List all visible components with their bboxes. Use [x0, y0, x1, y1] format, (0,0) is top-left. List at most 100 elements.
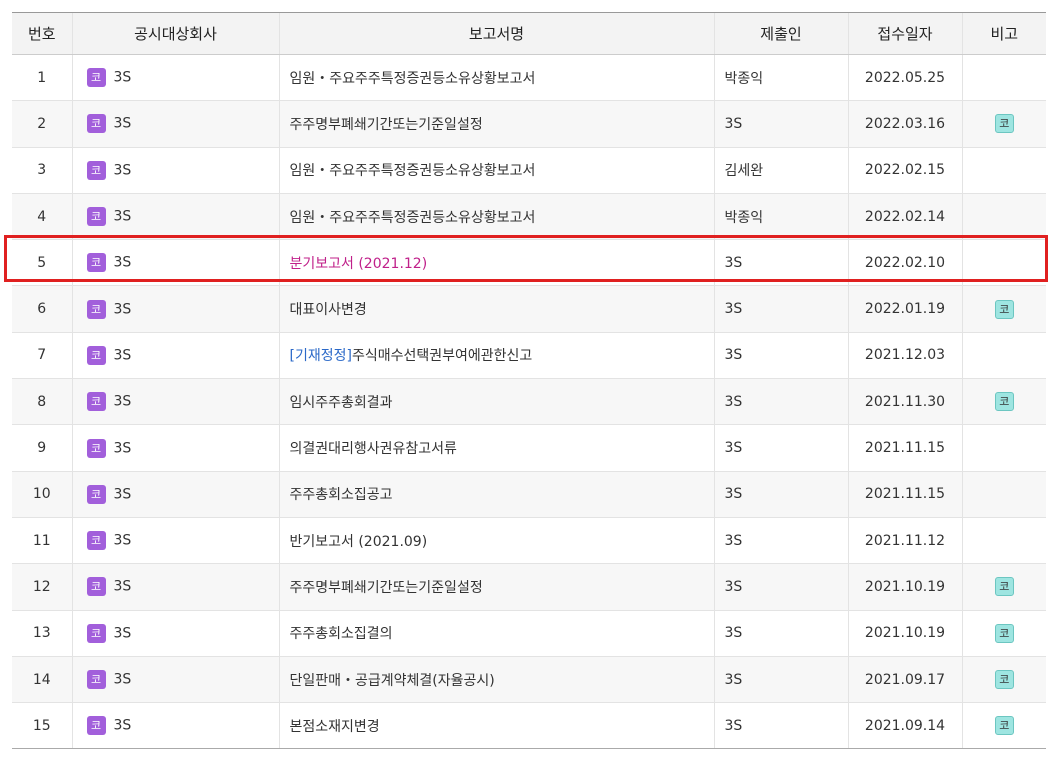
- report-link[interactable]: 주주명부폐쇄기간또는기준일설정: [290, 117, 483, 133]
- note-kosdaq-badge[interactable]: 코: [994, 114, 1014, 134]
- company-link[interactable]: 3S: [114, 579, 132, 595]
- date-cell: 2022.01.19: [847, 285, 962, 333]
- report-link[interactable]: 분기보고서 (2021.12): [290, 256, 428, 272]
- note-cell: [961, 193, 1046, 241]
- header-report: 보고서명: [278, 12, 714, 55]
- report-title: 주주명부폐쇄기간또는기준일설정: [289, 579, 483, 596]
- note-cell: 코: [961, 100, 1046, 148]
- table-row[interactable]: 4 코 3S 임원・주요주주특정증권등소유상황보고서 박종익 2022.02.14: [12, 193, 1046, 241]
- report-prefix: [기재정정]: [289, 348, 352, 365]
- note-kosdaq-badge[interactable]: 코: [994, 577, 1014, 597]
- table-header-row: 번호 공시대상회사 보고서명 제출인 접수일자 비고: [12, 12, 1046, 55]
- company-link[interactable]: 3S: [114, 116, 132, 132]
- submitter-cell: 박종익: [713, 193, 848, 241]
- note-cell: 코: [961, 285, 1046, 333]
- row-number: 5: [12, 239, 72, 287]
- note-cell: [961, 54, 1046, 102]
- company-link[interactable]: 3S: [114, 301, 132, 317]
- report-link[interactable]: 본점소재지변경: [290, 719, 380, 735]
- table-row[interactable]: 15 코 3S 본점소재지변경 3S 2021.09.14 코: [12, 702, 1046, 750]
- table-row[interactable]: 14 코 3S 단일판매・공급계약체결(자율공시) 3S 2021.09.17 코: [12, 656, 1046, 704]
- report-link[interactable]: 임원・주요주주특정증권등소유상황보고서: [290, 210, 536, 226]
- submitter-cell: 3S: [713, 517, 848, 565]
- report-link[interactable]: 주주총회소집공고: [290, 487, 393, 503]
- submitter-cell: 3S: [713, 610, 848, 657]
- disclosure-list: 번호 공시대상회사 보고서명 제출인 접수일자 비고 1 코 3S 임원・주요주주…: [12, 12, 1046, 750]
- note-cell: 코: [961, 702, 1046, 750]
- submitter-cell: 김세완: [713, 147, 848, 194]
- row-number: 2: [12, 100, 72, 148]
- market-kosdaq-badge: 코: [86, 670, 106, 689]
- row-number: 13: [12, 610, 72, 657]
- report-title: 반기보고서 (2021.09): [289, 533, 428, 550]
- report-link[interactable]: 주주명부폐쇄기간또는기준일설정: [290, 580, 483, 596]
- date-cell: 2021.09.14: [847, 702, 962, 750]
- table-row[interactable]: 9 코 3S 의결권대리행사권유참고서류 3S 2021.11.15: [12, 424, 1046, 472]
- table-row[interactable]: 12 코 3S 주주명부폐쇄기간또는기준일설정 3S 2021.10.19 코: [12, 563, 1046, 611]
- report-cell: 주주명부폐쇄기간또는기준일설정: [278, 100, 714, 148]
- table-row[interactable]: 6 코 3S 대표이사변경 3S 2022.01.19 코: [12, 285, 1046, 333]
- market-kosdaq-badge: 코: [86, 531, 106, 551]
- company-link[interactable]: 3S: [114, 70, 132, 86]
- submitter-cell: 3S: [713, 702, 848, 750]
- report-link[interactable]: 대표이사변경: [290, 302, 367, 318]
- company-link[interactable]: 3S: [114, 394, 132, 410]
- company-link[interactable]: 3S: [114, 625, 132, 641]
- company-link[interactable]: 3S: [114, 486, 132, 502]
- note-kosdaq-badge[interactable]: 코: [994, 670, 1014, 689]
- report-cell: 의결권대리행사권유참고서류: [278, 424, 714, 472]
- market-kosdaq-badge: 코: [86, 623, 106, 643]
- company-link[interactable]: 3S: [114, 162, 132, 178]
- report-link[interactable]: 임시주주총회결과: [290, 395, 393, 411]
- report-title: 단일판매・공급계약체결(자율공시): [289, 672, 495, 689]
- report-cell: 주주명부폐쇄기간또는기준일설정: [278, 563, 714, 611]
- company-link[interactable]: 3S: [114, 672, 132, 688]
- table-row[interactable]: 8 코 3S 임시주주총회결과 3S 2021.11.30 코: [12, 378, 1046, 426]
- submitter-cell: 3S: [713, 656, 848, 704]
- table-row-highlighted[interactable]: 5 코 3S 분기보고서 (2021.12) 3S 2022.02.10: [12, 239, 1046, 287]
- table-row[interactable]: 7 코 3S [기재정정]주식매수선택권부여에관한신고 3S 2021.12.03: [12, 332, 1046, 380]
- company-link[interactable]: 3S: [114, 209, 132, 225]
- report-cell: 임원・주요주주특정증권등소유상황보고서: [278, 54, 714, 102]
- report-link[interactable]: 임원・주요주주특정증권등소유상황보고서: [290, 71, 536, 87]
- submitter-cell: 박종익: [713, 54, 848, 102]
- report-title: 본점소재지변경: [289, 718, 380, 735]
- company-cell: 코 3S: [71, 193, 279, 241]
- company-link[interactable]: 3S: [114, 440, 132, 456]
- company-link[interactable]: 3S: [114, 533, 132, 549]
- note-kosdaq-badge[interactable]: 코: [994, 716, 1014, 736]
- report-link[interactable]: [기재정정]주식매수선택권부여에관한신고: [290, 348, 533, 364]
- table-row[interactable]: 1 코 3S 임원・주요주주특정증권등소유상황보고서 박종익 2022.05.25: [12, 54, 1046, 102]
- company-link[interactable]: 3S: [114, 347, 132, 363]
- report-link[interactable]: 단일판매・공급계약체결(자율공시): [290, 673, 495, 689]
- market-kosdaq-badge: 코: [86, 114, 106, 134]
- table-row[interactable]: 3 코 3S 임원・주요주주특정증권등소유상황보고서 김세완 2022.02.15: [12, 147, 1046, 194]
- report-link[interactable]: 의결권대리행사권유참고서류: [290, 441, 457, 457]
- submitter-cell: 3S: [713, 332, 848, 380]
- report-title: 임시주주총회결과: [289, 394, 393, 411]
- report-cell: 임원・주요주주특정증권등소유상황보고서: [278, 193, 714, 241]
- table-row[interactable]: 11 코 3S 반기보고서 (2021.09) 3S 2021.11.12: [12, 517, 1046, 565]
- report-link[interactable]: 주주총회소집결의: [290, 626, 393, 642]
- company-cell: 코 3S: [71, 378, 279, 426]
- company-cell: 코 3S: [71, 147, 279, 194]
- date-cell: 2022.02.14: [847, 193, 962, 241]
- row-number: 15: [12, 702, 72, 750]
- note-kosdaq-badge[interactable]: 코: [994, 299, 1014, 319]
- company-link[interactable]: 3S: [114, 718, 132, 734]
- company-link[interactable]: 3S: [114, 255, 132, 271]
- table-row[interactable]: 2 코 3S 주주명부폐쇄기간또는기준일설정 3S 2022.03.16 코: [12, 100, 1046, 148]
- report-cell: 임원・주요주주특정증권등소유상황보고서: [278, 147, 714, 194]
- note-kosdaq-badge[interactable]: 코: [994, 392, 1014, 412]
- report-link[interactable]: 반기보고서 (2021.09): [290, 534, 428, 550]
- header-submitter: 제출인: [713, 12, 848, 55]
- report-link[interactable]: 임원・주요주주특정증권등소유상황보고서: [290, 163, 536, 179]
- market-kosdaq-badge: 코: [86, 577, 106, 597]
- note-kosdaq-badge[interactable]: 코: [994, 623, 1014, 643]
- report-title: 주주총회소집결의: [289, 626, 393, 643]
- table-row[interactable]: 10 코 3S 주주총회소집공고 3S 2021.11.15: [12, 471, 1046, 518]
- date-cell: 2022.03.16: [847, 100, 962, 148]
- market-kosdaq-badge: 코: [86, 207, 106, 227]
- table-row[interactable]: 13 코 3S 주주총회소집결의 3S 2021.10.19 코: [12, 610, 1046, 657]
- submitter-cell: 3S: [713, 424, 848, 472]
